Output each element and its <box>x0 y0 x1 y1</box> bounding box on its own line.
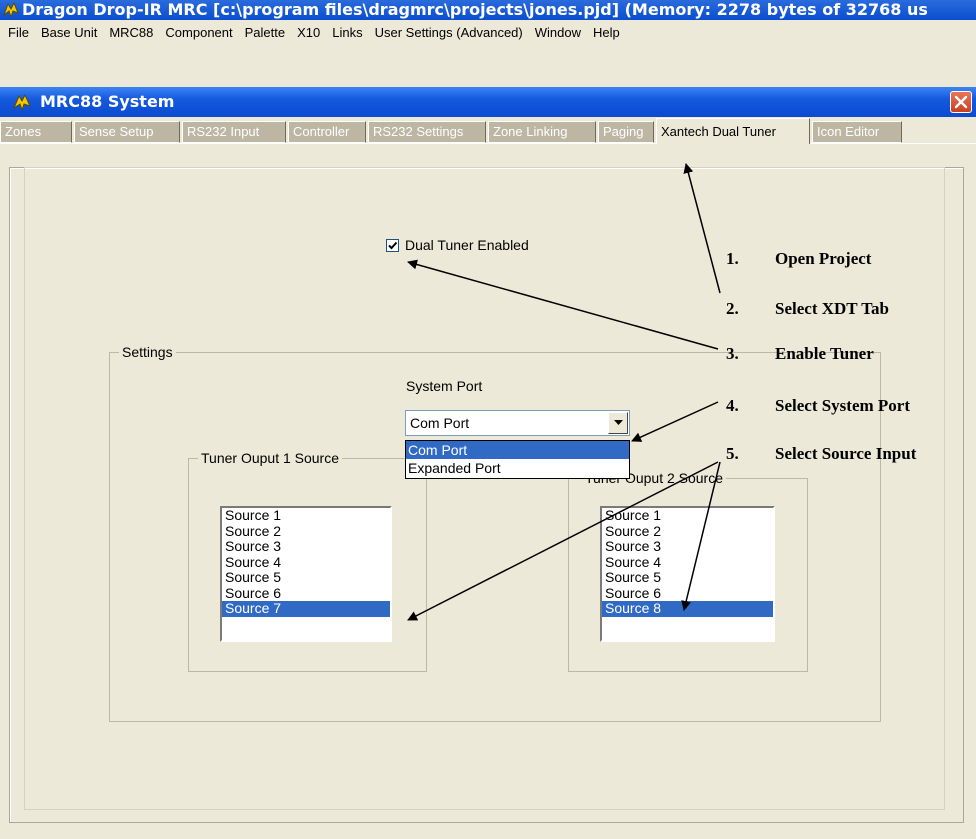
arrow-to-source-7 <box>407 461 719 621</box>
arrow-to-source-8 <box>681 461 721 611</box>
arrow-to-checkbox <box>407 259 719 350</box>
annotation-arrows <box>407 163 721 621</box>
arrow-to-tab <box>683 163 721 294</box>
arrow-to-port <box>631 401 719 442</box>
